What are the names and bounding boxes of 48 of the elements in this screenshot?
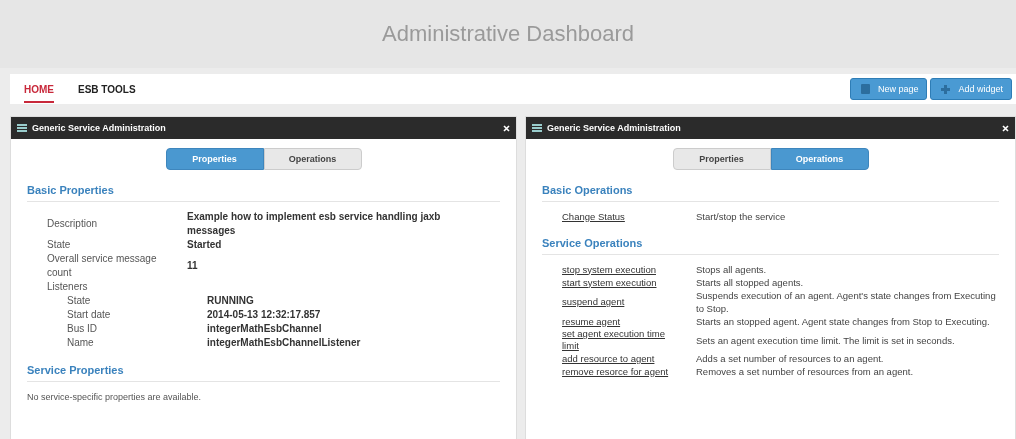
- section-heading: Service Operations: [542, 229, 999, 255]
- property-label: State: [47, 238, 72, 252]
- property-label: Overall service message count: [47, 252, 158, 280]
- property-value: RUNNING: [206, 294, 255, 308]
- operation-description: Start/stop the service: [696, 210, 787, 223]
- operation-description: Sets an agent execution time limit. The limit is set in seconds.: [696, 333, 956, 347]
- operation-description: Starts all stopped agents.: [696, 276, 805, 289]
- section-heading: Service Properties: [27, 356, 500, 382]
- panel-title: Generic Service Administration: [547, 123, 682, 133]
- operation-link[interactable]: suspend agent: [562, 296, 674, 308]
- nav-tab[interactable]: ESB TOOLS: [78, 75, 136, 103]
- property-label: State: [66, 294, 92, 308]
- empty-note: No service-specific properties are available.: [27, 391, 203, 402]
- property-label: Start date: [66, 308, 112, 322]
- property-label: Name: [66, 336, 95, 350]
- operation-description: Adds a set number of resources to an agent.: [696, 352, 885, 365]
- nav-tab[interactable]: HOME: [24, 75, 54, 103]
- operation-link[interactable]: add resource to agent: [562, 352, 674, 365]
- plus-icon: [941, 84, 951, 94]
- property-value: integerMathEsbChannelListener: [206, 336, 362, 350]
- panel-title: Generic Service Administration: [32, 123, 167, 133]
- operation-description: Starts an stopped agent. Agent state changes from Stop to Executing.: [696, 315, 991, 328]
- operation-link[interactable]: resume agent: [562, 315, 674, 328]
- property-value: 11: [187, 259, 199, 273]
- operation-description: Suspends execution of an agent. Agent's state changes from Executing to Stop.: [696, 289, 996, 315]
- page-title: Administrative Dashboard: [382, 21, 634, 47]
- operation-link[interactable]: remove resorce for agent: [562, 365, 674, 378]
- segment-tab[interactable]: Operations: [263, 148, 362, 170]
- operation-link[interactable]: Change Status: [562, 210, 674, 223]
- property-label: Description: [47, 217, 99, 231]
- operation-description: Removes a set number of resources from an agent.: [696, 365, 915, 378]
- panel-icon: [17, 124, 27, 132]
- panel-icon: [532, 124, 542, 132]
- property-value: Started: [187, 238, 223, 252]
- property-label: Listeners: [47, 280, 89, 294]
- operation-link[interactable]: stop system execution: [562, 263, 674, 276]
- close-icon[interactable]: [1002, 124, 1009, 132]
- operation-link[interactable]: start system execution: [562, 276, 674, 289]
- segment-tab[interactable]: Properties: [672, 148, 771, 170]
- property-label: Bus ID: [66, 322, 98, 336]
- property-value: 2014-05-13 12:32:17.857: [206, 308, 322, 322]
- property-value: Example how to implement esb service handling jaxb messages: [187, 210, 442, 238]
- section-heading: Basic Properties: [27, 176, 500, 202]
- operation-description: Stops all agents.: [696, 263, 768, 276]
- section-heading: Basic Operations: [542, 176, 999, 202]
- property-value: integerMathEsbChannel: [206, 322, 323, 336]
- page-icon: [860, 84, 870, 94]
- close-icon[interactable]: [503, 124, 510, 132]
